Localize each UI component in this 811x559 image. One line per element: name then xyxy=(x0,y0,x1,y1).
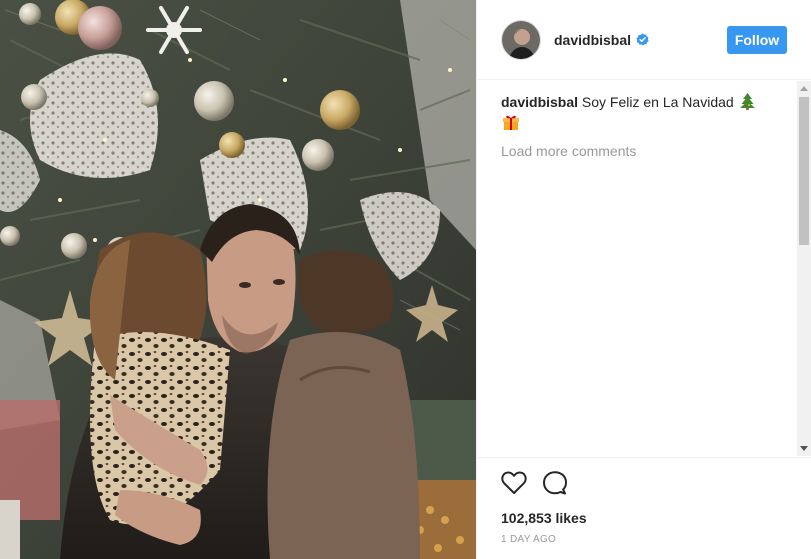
scroll-up-arrow-icon[interactable] xyxy=(800,86,808,91)
speech-bubble-icon[interactable] xyxy=(543,471,567,495)
scrollbar-thumb[interactable] xyxy=(799,97,809,245)
profile-photo xyxy=(502,20,540,59)
action-icons xyxy=(501,470,787,496)
post-side-panel: davidbisbal Follow davidbisbal Soy Feliz… xyxy=(476,0,811,559)
post-caption: davidbisbal Soy Feliz en La Navidad xyxy=(501,93,773,135)
comments-section: davidbisbal Soy Feliz en La Navidad Load… xyxy=(477,81,797,456)
wrapped-gift-emoji xyxy=(503,114,519,135)
post-header: davidbisbal Follow xyxy=(477,0,811,80)
christmas-tree-emoji xyxy=(739,93,755,114)
heart-outline-icon[interactable] xyxy=(501,471,527,495)
username-link[interactable]: davidbisbal xyxy=(554,32,631,48)
comments-scrollbar[interactable] xyxy=(797,81,811,456)
scroll-down-arrow-icon[interactable] xyxy=(800,446,808,451)
post-timestamp[interactable]: 1 DAY AGO xyxy=(501,534,787,545)
caption-username-link[interactable]: davidbisbal xyxy=(501,94,578,110)
instagram-post: davidbisbal Follow davidbisbal Soy Feliz… xyxy=(0,0,811,559)
post-actions: 102,853 likes 1 DAY AGO xyxy=(477,457,811,559)
caption-text: Soy Feliz en La Navidad xyxy=(581,94,734,110)
load-more-comments-link[interactable]: Load more comments xyxy=(501,143,773,159)
avatar[interactable] xyxy=(501,19,541,60)
likes-count[interactable]: 102,853 likes xyxy=(501,510,787,526)
post-photo[interactable] xyxy=(0,0,476,559)
christmas-family-photo xyxy=(0,0,476,559)
verified-badge-icon xyxy=(636,33,649,46)
follow-button[interactable]: Follow xyxy=(727,25,787,54)
